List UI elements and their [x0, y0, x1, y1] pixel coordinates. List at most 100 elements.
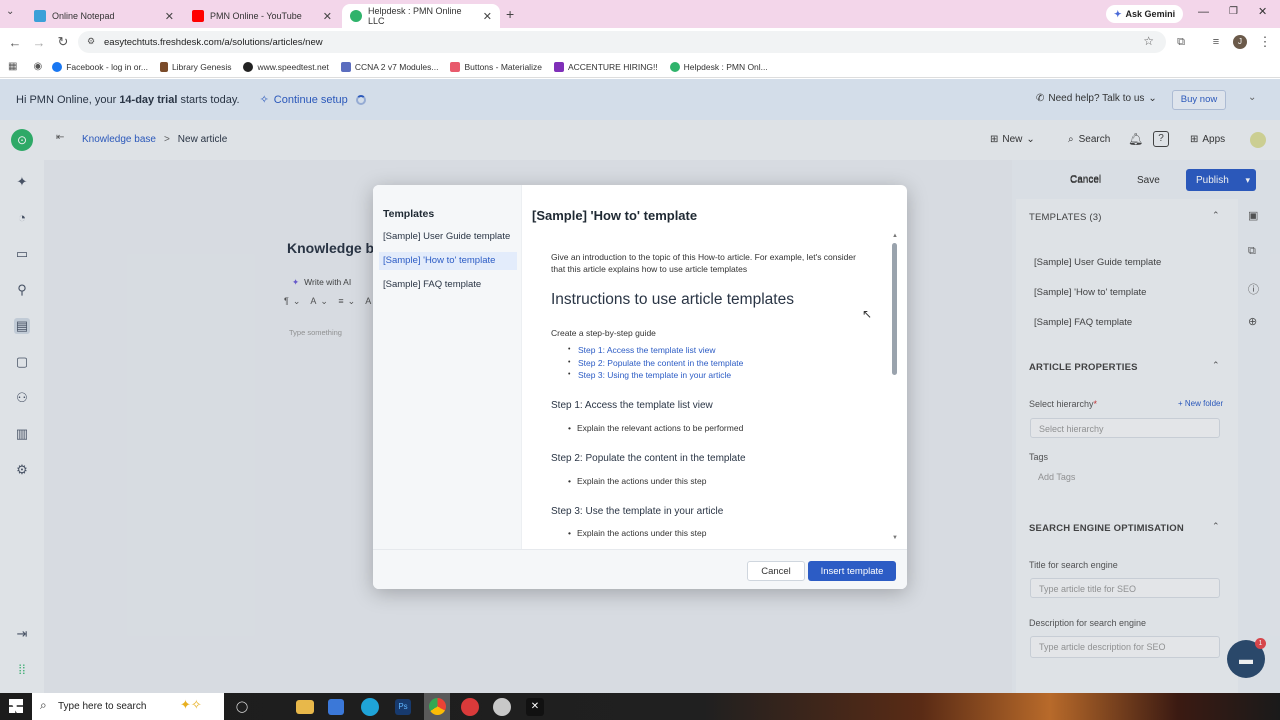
- bookmark-accenture[interactable]: ACCENTURE HIRING!!: [553, 61, 658, 72]
- back-arrow-icon[interactable]: ←: [4, 31, 26, 53]
- bookmark-ccna[interactable]: CCNA 2 v7 Modules...: [340, 61, 439, 72]
- browser-tab-online-notepad[interactable]: Online Notepad ✕: [26, 4, 182, 28]
- close-tab-icon[interactable]: ✕: [483, 10, 492, 23]
- bookmark-label: Buttons - Materialize: [464, 61, 542, 72]
- bookmark-materialize[interactable]: Buttons - Materialize: [450, 61, 542, 72]
- bookmark-helpdesk[interactable]: Helpdesk : PMN Onl...: [669, 61, 768, 72]
- preview-intro: Give an introduction to the topic of thi…: [551, 252, 856, 274]
- taskbar-search-box[interactable]: ⌕ Type here to search ✦✧: [32, 693, 224, 720]
- reading-list-icon[interactable]: ◉: [33, 61, 42, 72]
- youtube-favicon-icon: [192, 10, 204, 22]
- search-icon: ⌕: [40, 698, 47, 712]
- template-picker-dialog: Templates [Sample] User Guide template […: [373, 185, 907, 589]
- ask-gemini-button[interactable]: ✦ Ask Gemini: [1106, 5, 1184, 23]
- freshdesk-favicon-icon: [350, 10, 362, 22]
- search-highlight-icon: ✦✧: [180, 697, 202, 712]
- step-3-heading: Step 3: Use the template in your article: [551, 506, 724, 517]
- tab-title: PMN Online - YouTube: [210, 11, 302, 21]
- bullet-icon: •: [568, 476, 571, 486]
- browser-toolbar: ← → ↻ ⚙ easytechtuts.freshdesk.com/a/sol…: [0, 28, 1280, 56]
- toc-link-step-1[interactable]: Step 1: Access the template list view: [578, 345, 715, 355]
- clock-app-icon[interactable]: [461, 698, 479, 716]
- preview-guide-label: Create a step-by-step guide: [551, 328, 656, 338]
- chrome-logo-icon[interactable]: [429, 698, 446, 715]
- close-window-icon[interactable]: ✕: [1258, 5, 1267, 18]
- media-controls-icon[interactable]: ≡: [1205, 31, 1227, 53]
- site-info-icon[interactable]: ⚙: [87, 36, 95, 47]
- step-2-bullet-text: Explain the actions under this step: [576, 476, 707, 486]
- task-view-icon[interactable]: ◯: [232, 697, 252, 717]
- bookmark-facebook[interactable]: Facebook - log in or...: [52, 61, 148, 72]
- template-list-sidebar: Templates [Sample] User Guide template […: [373, 185, 522, 549]
- bookmark-star-icon[interactable]: ☆: [1143, 34, 1154, 48]
- notepad-favicon-icon: [34, 10, 46, 22]
- step-1-heading: Step 1: Access the template list view: [551, 400, 713, 411]
- bookmarks-bar: ▦ ◉ Facebook - log in or... Library Gene…: [0, 56, 1280, 78]
- template-option-user-guide[interactable]: [Sample] User Guide template: [383, 231, 510, 242]
- template-option-how-to[interactable]: [Sample] 'How to' template: [379, 252, 517, 270]
- templates-heading: Templates: [383, 208, 435, 220]
- preview-scrollbar[interactable]: ▲ ▼: [892, 233, 898, 545]
- scroll-up-arrow-icon[interactable]: ▲: [892, 233, 898, 239]
- store-icon[interactable]: [328, 699, 344, 715]
- cancel-dialog-button[interactable]: Cancel: [747, 561, 805, 581]
- preview-title: [Sample] 'How to' template: [532, 208, 698, 223]
- extensions-icon[interactable]: ⧉: [1170, 31, 1192, 53]
- minimize-window-icon[interactable]: —: [1198, 6, 1209, 18]
- step-2-bullet: • Explain the actions under this step: [568, 476, 706, 486]
- chrome-profile-icon[interactable]: [493, 698, 511, 716]
- insert-template-button[interactable]: Insert template: [808, 561, 896, 581]
- bookmark-label: Helpdesk : PMN Onl...: [683, 61, 768, 72]
- step-1-bullet-text: Explain the relevant actions to be perfo…: [576, 423, 744, 433]
- template-preview: Give an introduction to the topic of thi…: [551, 245, 891, 545]
- browser-menu-icon[interactable]: ⋮: [1254, 31, 1276, 53]
- scroll-down-arrow-icon[interactable]: ▼: [892, 535, 898, 541]
- library-icon: [159, 61, 168, 72]
- windows-taskbar: ⌕ Type here to search ✦✧ ◯ Ps ✕: [0, 693, 1280, 720]
- toc-bullets: • • •: [568, 346, 571, 378]
- template-option-faq[interactable]: [Sample] FAQ template: [383, 279, 481, 290]
- accenture-icon: [553, 61, 564, 72]
- tab-list-dropdown-icon[interactable]: ⌄: [6, 6, 14, 17]
- apps-grid-icon[interactable]: ▦: [8, 61, 17, 72]
- step-1-bullet: • Explain the relevant actions to be perf…: [568, 423, 743, 433]
- url-text: easytechtuts.freshdesk.com/a/solutions/a…: [104, 36, 323, 48]
- toc-link-step-2[interactable]: Step 2: Populate the content in the temp…: [578, 358, 743, 368]
- new-tab-button[interactable]: +: [506, 6, 514, 22]
- browser-tab-youtube[interactable]: PMN Online - YouTube ✕: [184, 4, 340, 28]
- capcut-icon[interactable]: ✕: [526, 698, 544, 716]
- forward-arrow-icon[interactable]: →: [28, 31, 50, 53]
- bookmark-label: CCNA 2 v7 Modules...: [354, 61, 439, 72]
- taskbar-search-placeholder: Type here to search: [58, 701, 147, 712]
- url-bar[interactable]: ⚙ easytechtuts.freshdesk.com/a/solutions…: [78, 31, 1166, 53]
- photoshop-icon[interactable]: Ps: [395, 699, 411, 715]
- ask-gemini-label: Ask Gemini: [1125, 9, 1176, 19]
- speedtest-icon: [243, 61, 254, 72]
- bookmark-speedtest[interactable]: www.speedtest.net: [243, 61, 329, 72]
- file-explorer-icon[interactable]: [296, 700, 314, 714]
- preview-heading: Instructions to use article templates: [551, 291, 794, 308]
- tab-title: Helpdesk : PMN Online LLC: [368, 6, 462, 26]
- browser-tab-helpdesk[interactable]: Helpdesk : PMN Online LLC ✕: [342, 4, 500, 28]
- materialize-icon: [450, 61, 461, 72]
- close-tab-icon[interactable]: ✕: [165, 10, 174, 23]
- gemini-icon: ✦: [1114, 8, 1122, 19]
- close-tab-icon[interactable]: ✕: [323, 10, 332, 23]
- edge-icon[interactable]: [361, 698, 379, 716]
- profile-avatar[interactable]: J: [1233, 35, 1247, 49]
- windows-start-icon[interactable]: [9, 699, 23, 713]
- browser-tab-bar: ⌄ Online Notepad ✕ PMN Online - YouTube …: [0, 0, 1280, 28]
- bullet-icon: •: [568, 528, 571, 538]
- toc-link-step-3[interactable]: Step 3: Using the template in your artic…: [578, 370, 731, 380]
- bullet-icon: •: [568, 423, 571, 433]
- bookmark-library-genesis[interactable]: Library Genesis: [159, 61, 231, 72]
- step-3-bullet-text: Explain the actions under this step: [576, 528, 707, 538]
- step-3-bullet: • Explain the actions under this step: [568, 528, 706, 538]
- dialog-footer: Cancel Insert template: [373, 549, 907, 589]
- scrollbar-thumb[interactable]: [892, 243, 897, 375]
- facebook-icon: [52, 61, 63, 72]
- bookmark-label: Facebook - log in or...: [66, 61, 148, 72]
- reload-icon[interactable]: ↻: [52, 31, 74, 53]
- restore-window-icon[interactable]: ❐: [1229, 6, 1238, 17]
- freshdesk-icon: [669, 61, 680, 72]
